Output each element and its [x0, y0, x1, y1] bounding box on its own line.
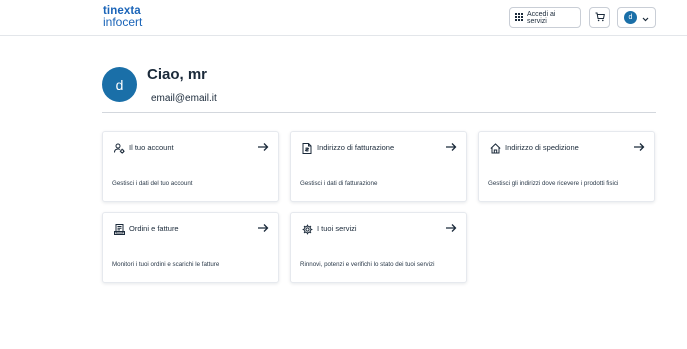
card-shipping-desc: Gestisci gli indirizzi dove ricevere i p…	[488, 180, 619, 187]
card-services-title: I tuoi servizi	[317, 224, 357, 233]
card-services-desc: Rinnovi, potenzi e verifichi lo stato de…	[300, 261, 435, 268]
top-header: tinexta infocert Accedi ai servizi d	[0, 0, 687, 36]
card-account[interactable]: Il tuo account Gestisci i dati del tuo a…	[102, 131, 279, 202]
card-orders[interactable]: Ordini e fatture Monitori i tuoi ordini …	[102, 212, 279, 283]
section-divider	[102, 112, 656, 113]
chevron-down-icon	[642, 9, 649, 27]
services-button-label: Accedi ai servizi	[527, 10, 556, 25]
user-gear-icon	[113, 142, 125, 154]
user-avatar: d	[624, 11, 637, 24]
brand-logo[interactable]: tinexta infocert	[103, 5, 143, 29]
services-button[interactable]: Accedi ai servizi	[509, 7, 581, 28]
card-shipping-title: Indirizzo di spedizione	[505, 143, 579, 152]
user-email: email@email.it	[151, 93, 217, 104]
invoice-icon	[301, 142, 313, 154]
card-services[interactable]: I tuoi servizi Rinnovi, potenzi e verifi…	[290, 212, 467, 283]
card-billing-title: Indirizzo di fatturazione	[317, 143, 395, 152]
greeting-title: Ciao, mr	[147, 66, 208, 83]
cart-icon	[595, 9, 605, 27]
arrow-right-icon[interactable]	[445, 140, 457, 152]
logo-line-infocert: infocert	[103, 15, 143, 29]
arrow-right-icon[interactable]	[257, 221, 269, 233]
card-billing-desc: Gestisci i dati di fatturazione	[300, 180, 378, 187]
arrow-right-icon[interactable]	[445, 221, 457, 233]
orders-icon	[113, 223, 125, 235]
user-menu-button[interactable]: d	[617, 7, 656, 28]
card-orders-desc: Monitori i tuoi ordini e scarichi le fat…	[112, 261, 220, 268]
gear-icon	[301, 223, 313, 235]
cart-button[interactable]	[589, 7, 610, 28]
profile-avatar: d	[102, 67, 137, 102]
card-shipping[interactable]: Indirizzo di spedizione Gestisci gli ind…	[478, 131, 655, 202]
card-account-title: Il tuo account	[129, 143, 174, 152]
card-orders-title: Ordini e fatture	[129, 224, 179, 233]
card-account-desc: Gestisci i dati del tuo account	[112, 180, 193, 187]
arrow-right-icon[interactable]	[633, 140, 645, 152]
card-billing[interactable]: Indirizzo di fatturazione Gestisci i dat…	[290, 131, 467, 202]
home-icon	[489, 142, 501, 154]
grid-icon	[515, 12, 523, 23]
arrow-right-icon[interactable]	[257, 140, 269, 152]
